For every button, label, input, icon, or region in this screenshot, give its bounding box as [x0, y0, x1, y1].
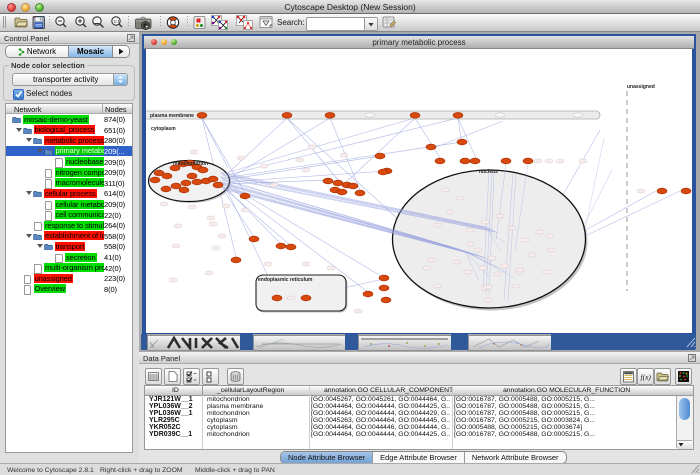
svg-text:plasma membrane: plasma membrane: [150, 113, 194, 119]
svg-text:mitochondrion: mitochondrion: [173, 161, 208, 167]
svg-text:unassigned: unassigned: [627, 84, 655, 90]
svg-text:nucleus: nucleus: [479, 169, 498, 175]
svg-text:endoplasmic reticulum: endoplasmic reticulum: [258, 277, 313, 283]
svg-text:cytoplasm: cytoplasm: [151, 126, 176, 132]
